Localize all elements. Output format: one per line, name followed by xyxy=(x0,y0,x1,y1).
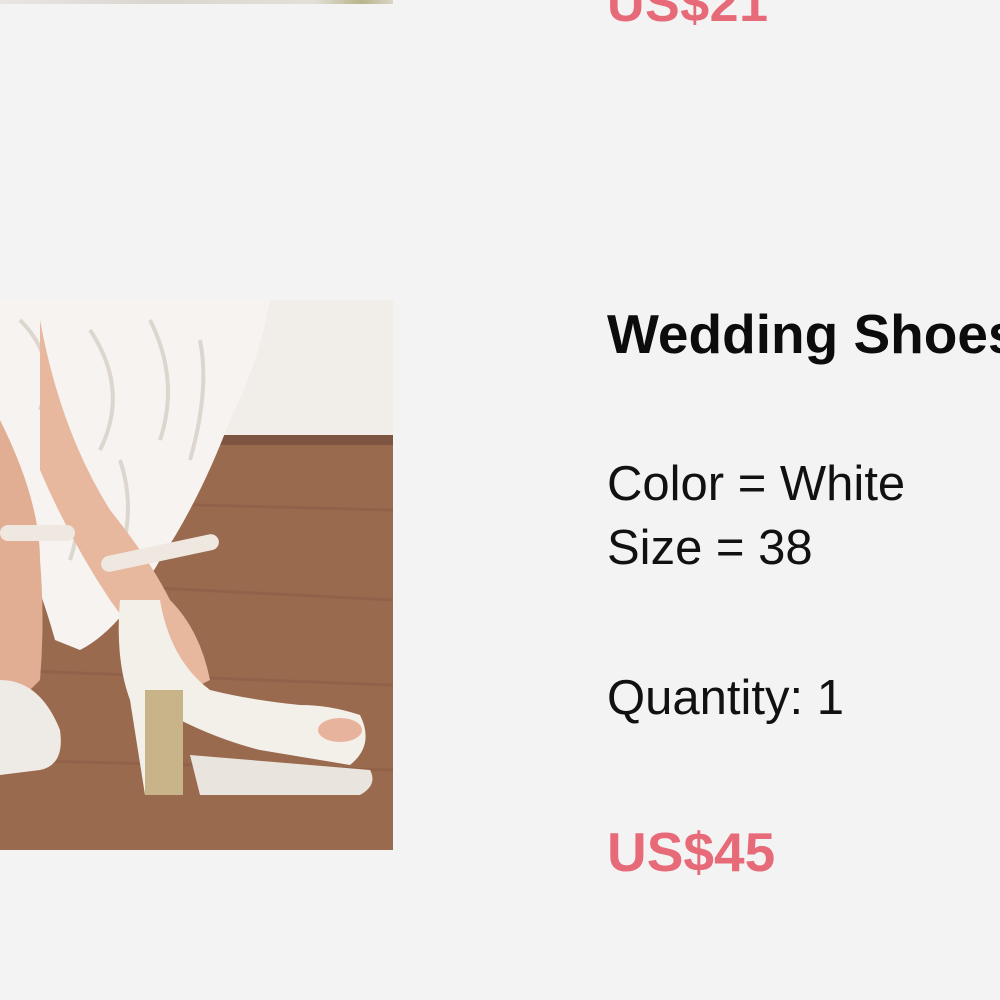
product-price: US$45 xyxy=(607,821,776,883)
previous-product-price: US$21 xyxy=(607,0,769,33)
previous-product-image[interactable] xyxy=(0,0,393,4)
product-quantity: Quantity: 1 xyxy=(607,671,844,725)
product-color: Color = White xyxy=(607,457,906,511)
cart-page: US$21 Wedding Shoes Color = White Size =… xyxy=(0,0,1000,1000)
product-size: Size = 38 xyxy=(607,521,813,575)
product-image[interactable] xyxy=(0,300,393,850)
product-title[interactable]: Wedding Shoes xyxy=(607,303,1000,366)
